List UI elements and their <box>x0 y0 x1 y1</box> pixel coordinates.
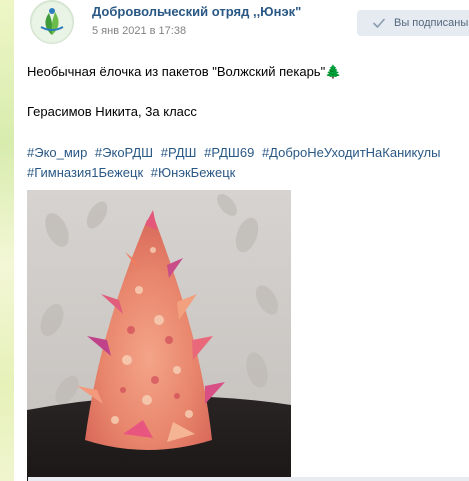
group-avatar[interactable] <box>30 0 74 44</box>
check-icon <box>373 18 385 28</box>
post-text-line-1: Необычная ёлочка из пакетов "Волжский пе… <box>27 64 342 79</box>
hashtag-list: #Эко_мир #ЭкоРДШ #РДШ #РДШ69 #ДоброНеУхо… <box>27 143 467 183</box>
subscribed-label: Вы подписаны <box>394 17 469 29</box>
post-text-line-2: Герасимов Никита, 3а класс <box>27 104 197 119</box>
eco-logo-icon <box>32 2 72 42</box>
christmas-tree-photo <box>27 190 291 481</box>
post-date[interactable]: 5 янв 2021 в 17:38 <box>92 25 186 37</box>
hashtag-link[interactable]: #ЮнэкБежецк <box>151 165 236 180</box>
left-background-strip <box>0 0 14 481</box>
group-name-link[interactable]: Добровольческий отряд ,,Юнэк" <box>92 4 301 19</box>
hashtag-link[interactable]: #ДоброНеУходитНаКаникулы <box>262 145 441 160</box>
hashtag-link[interactable]: #РДШ <box>161 145 197 160</box>
bottom-divider <box>28 477 469 481</box>
hashtag-link[interactable]: #Эко_мир <box>27 145 87 160</box>
post-card: Добровольческий отряд ,,Юнэк" 5 янв 2021… <box>14 0 469 481</box>
hashtag-link[interactable]: #ЭкоРДШ <box>95 145 153 160</box>
hashtag-link[interactable]: #РДШ69 <box>204 145 254 160</box>
subscribed-button[interactable]: Вы подписаны <box>357 10 469 36</box>
post-photo[interactable] <box>27 190 291 481</box>
hashtag-link[interactable]: #Гимназия1Бежецк <box>27 165 143 180</box>
